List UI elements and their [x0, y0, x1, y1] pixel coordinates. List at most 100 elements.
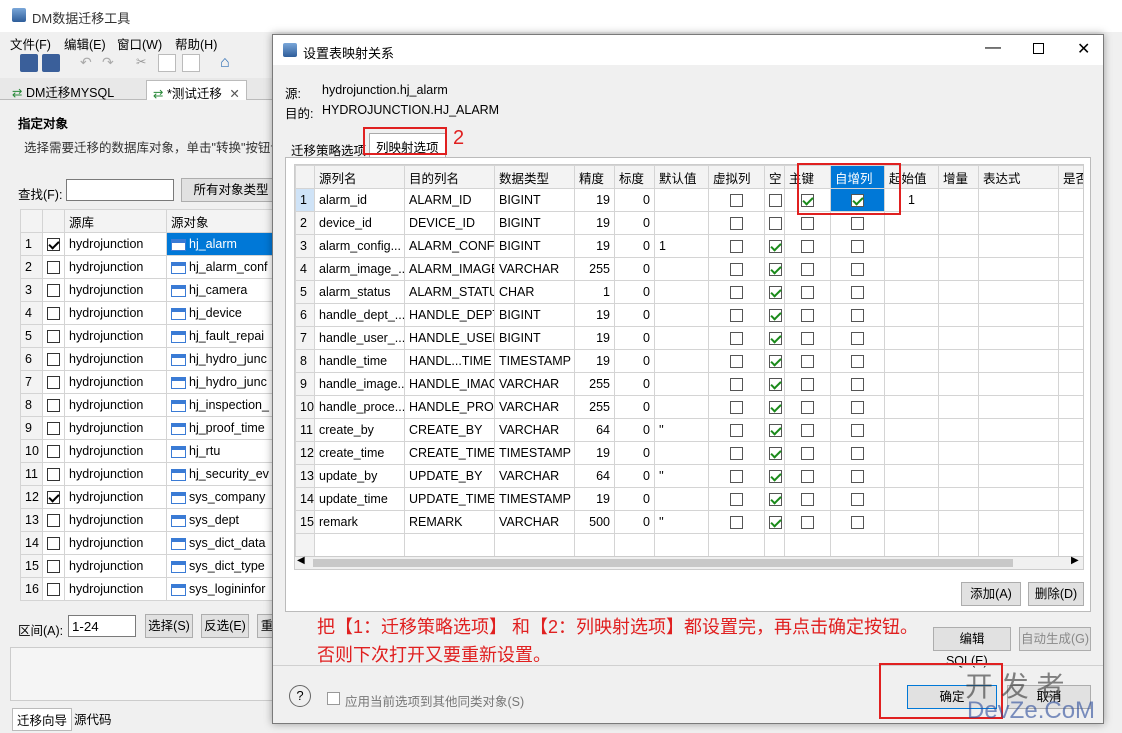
target-column-cell[interactable]: HANDLE_USER: [404, 326, 495, 350]
table-row[interactable]: 1 alarm_id ALARM_ID BIGINT 19 0 1: [295, 188, 1083, 212]
increment-cell[interactable]: [938, 510, 979, 534]
nullable-checkbox[interactable]: [764, 303, 785, 327]
data-type-cell[interactable]: TIMESTAMP: [494, 487, 575, 511]
auto-increment-checkbox[interactable]: [830, 441, 885, 465]
primary-key-checkbox[interactable]: [784, 441, 831, 465]
source-column-cell[interactable]: update_time: [314, 487, 405, 511]
extra-cell[interactable]: [1058, 280, 1083, 304]
data-type-cell[interactable]: CHAR: [494, 280, 575, 304]
source-column-cell[interactable]: handle_image...: [314, 372, 405, 396]
primary-key-checkbox[interactable]: [784, 418, 831, 442]
increment-cell[interactable]: [938, 257, 979, 281]
table-row[interactable]: 13 hydrojunction sys_dept: [20, 508, 283, 532]
data-type-cell[interactable]: BIGINT: [494, 234, 575, 258]
extra-cell[interactable]: [1058, 418, 1083, 442]
minimize-icon[interactable]: —: [985, 39, 1001, 57]
find-input[interactable]: [66, 179, 174, 201]
start-value-cell[interactable]: [884, 464, 939, 488]
table-row[interactable]: 10 hydrojunction hj_rtu: [20, 439, 283, 463]
expression-cell[interactable]: [978, 395, 1059, 419]
auto-increment-checkbox[interactable]: [830, 280, 885, 304]
virtual-checkbox[interactable]: [708, 211, 765, 235]
expression-cell[interactable]: [978, 441, 1059, 465]
row-checkbox[interactable]: [42, 554, 65, 578]
start-value-cell[interactable]: [884, 326, 939, 350]
start-value-cell[interactable]: [884, 441, 939, 465]
scale-cell[interactable]: 0: [614, 487, 655, 511]
nullable-checkbox[interactable]: [764, 464, 785, 488]
row-checkbox[interactable]: [42, 324, 65, 348]
precision-cell[interactable]: 64: [574, 464, 615, 488]
auto-increment-checkbox[interactable]: [830, 303, 885, 327]
extra-cell[interactable]: [1058, 464, 1083, 488]
data-type-cell[interactable]: VARCHAR: [494, 464, 575, 488]
increment-cell[interactable]: [938, 441, 979, 465]
source-column-cell[interactable]: remark: [314, 510, 405, 534]
table-row[interactable]: 8 handle_time HANDL...TIME TIMESTAMP 19 0: [295, 349, 1083, 373]
home-icon[interactable]: ⌂: [220, 54, 238, 72]
scale-cell[interactable]: 0: [614, 234, 655, 258]
precision-cell[interactable]: 500: [574, 510, 615, 534]
primary-key-checkbox[interactable]: [784, 372, 831, 396]
data-type-cell[interactable]: TIMESTAMP: [494, 441, 575, 465]
primary-key-checkbox[interactable]: [784, 326, 831, 350]
target-column-cell[interactable]: REMARK: [404, 510, 495, 534]
target-column-cell[interactable]: ALARM_IMAGE: [404, 257, 495, 281]
expression-cell[interactable]: [978, 326, 1059, 350]
start-value-cell[interactable]: [884, 257, 939, 281]
auto-increment-checkbox[interactable]: [830, 464, 885, 488]
table-row[interactable]: 3 hydrojunction hj_camera: [20, 278, 283, 302]
start-value-cell[interactable]: [884, 487, 939, 511]
target-column-cell[interactable]: CREATE_BY: [404, 418, 495, 442]
row-checkbox[interactable]: [42, 232, 65, 256]
table-row[interactable]: 14 hydrojunction sys_dict_data: [20, 531, 283, 555]
scale-cell[interactable]: 0: [614, 326, 655, 350]
primary-key-checkbox[interactable]: [784, 510, 831, 534]
virtual-checkbox[interactable]: [708, 257, 765, 281]
nullable-checkbox[interactable]: [764, 349, 785, 373]
primary-key-checkbox[interactable]: [784, 280, 831, 304]
column-header[interactable]: 是否: [1058, 165, 1083, 189]
table-row[interactable]: 2 hydrojunction hj_alarm_conf: [20, 255, 283, 279]
bottom-tab-wizard[interactable]: 迁移向导: [12, 708, 73, 731]
data-type-cell[interactable]: BIGINT: [494, 211, 575, 235]
extra-cell[interactable]: [1058, 487, 1083, 511]
tab-dm-mysql[interactable]: ⇄ DM迁移MYSQL: [6, 80, 120, 100]
start-value-cell[interactable]: [884, 280, 939, 304]
column-header[interactable]: 标度: [614, 165, 655, 189]
target-column-cell[interactable]: HANDL...TIME: [404, 349, 495, 373]
virtual-checkbox[interactable]: [708, 418, 765, 442]
table-row[interactable]: 4 hydrojunction hj_device: [20, 301, 283, 325]
table-row[interactable]: 9 hydrojunction hj_proof_time: [20, 416, 283, 440]
extra-cell[interactable]: [1058, 303, 1083, 327]
virtual-checkbox[interactable]: [708, 349, 765, 373]
increment-cell[interactable]: [938, 418, 979, 442]
precision-cell[interactable]: 19: [574, 234, 615, 258]
target-column-cell[interactable]: DEVICE_ID: [404, 211, 495, 235]
maximize-icon[interactable]: [1033, 43, 1044, 54]
virtual-checkbox[interactable]: [708, 395, 765, 419]
precision-cell[interactable]: 19: [574, 188, 615, 212]
horizontal-scrollbar[interactable]: ◀ ▶: [294, 555, 1084, 570]
primary-key-checkbox[interactable]: [784, 487, 831, 511]
column-header[interactable]: 默认值: [654, 165, 709, 189]
expression-cell[interactable]: [978, 257, 1059, 281]
table-row[interactable]: 5 hydrojunction hj_fault_repai: [20, 324, 283, 348]
data-type-cell[interactable]: VARCHAR: [494, 372, 575, 396]
save-all-icon[interactable]: [42, 54, 60, 72]
select-button[interactable]: 选择(S): [145, 614, 193, 638]
range-input[interactable]: [68, 615, 136, 637]
table-row[interactable]: 15 hydrojunction sys_dict_type: [20, 554, 283, 578]
table-row[interactable]: 12 hydrojunction sys_company: [20, 485, 283, 509]
increment-cell[interactable]: [938, 211, 979, 235]
default-cell[interactable]: [654, 349, 709, 373]
table-row[interactable]: 12 create_time CREATE_TIME TIMESTAMP 19 0: [295, 441, 1083, 465]
column-header[interactable]: 增量: [938, 165, 979, 189]
default-cell[interactable]: [654, 303, 709, 327]
precision-cell[interactable]: 64: [574, 418, 615, 442]
expression-cell[interactable]: [978, 303, 1059, 327]
scroll-left-icon[interactable]: ◀: [297, 555, 305, 566]
increment-cell[interactable]: [938, 188, 979, 212]
table-row[interactable]: 6handle_dept_...HANDLE_DEPT_BIGINT190: [295, 303, 1083, 327]
row-checkbox[interactable]: [42, 255, 65, 279]
